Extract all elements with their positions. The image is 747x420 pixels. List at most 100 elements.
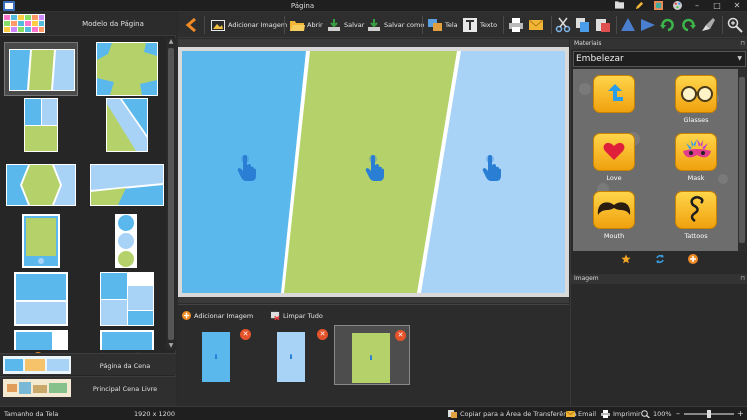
- image-slot-2[interactable]: ✕: [261, 325, 337, 385]
- copy-button[interactable]: [575, 15, 593, 35]
- rotate-left-icon: [660, 18, 674, 32]
- zoom-button[interactable]: [727, 15, 745, 35]
- scroll-down-icon[interactable]: ▼: [166, 342, 176, 350]
- open-button[interactable]: Abrir: [289, 15, 323, 35]
- layout-item-selected[interactable]: [4, 42, 78, 96]
- gallery-scrollbar[interactable]: [738, 69, 746, 251]
- material-item-mask[interactable]: Mask: [657, 129, 727, 187]
- app-window: Página – □ ✕ Adicionar Imagem Abrir Salv…: [0, 0, 747, 420]
- palette-icon[interactable]: [671, 1, 683, 11]
- layout-item[interactable]: [90, 214, 164, 268]
- text-label: Texto: [480, 21, 498, 29]
- layout-item[interactable]: [90, 42, 164, 96]
- layout-item[interactable]: [90, 98, 164, 152]
- strip-add-image-button[interactable]: Adicionar Imagem: [182, 311, 253, 320]
- layout-item[interactable]: [4, 330, 78, 350]
- clear-all-button[interactable]: Limpar Tudo: [271, 311, 323, 320]
- favorite-star-icon[interactable]: [621, 254, 631, 264]
- image-slot-3-selected[interactable]: ✕: [334, 325, 410, 385]
- pin-icon[interactable]: ⊓: [740, 39, 745, 49]
- canvas-frame: [178, 47, 569, 297]
- scrollbar-thumb[interactable]: [168, 48, 174, 340]
- screen-label: Tela: [445, 21, 458, 29]
- status-print-button[interactable]: Imprimir: [601, 410, 641, 418]
- zoom-value: 100%: [653, 410, 672, 418]
- add-material-icon[interactable]: [688, 254, 698, 264]
- layout-item[interactable]: [4, 214, 78, 268]
- image-slot-1[interactable]: ✕: [186, 325, 262, 385]
- brush-icon: [702, 18, 715, 31]
- material-item-glasses[interactable]: Glasses: [657, 71, 727, 129]
- pin-icon[interactable]: ⊓: [740, 274, 745, 284]
- material-item-arrow[interactable]: [575, 71, 645, 129]
- printer-icon: [601, 410, 610, 418]
- zoom-slider-knob[interactable]: [707, 410, 711, 418]
- text-icon: [463, 18, 477, 32]
- add-circle-icon: [182, 311, 191, 320]
- triangle-flip-icon: [621, 18, 635, 31]
- back-arrow-icon: [185, 17, 196, 33]
- image-thumbnail[interactable]: [202, 332, 230, 382]
- save-as-label: Salvar como: [384, 21, 425, 29]
- materials-title: Materiais: [574, 40, 602, 47]
- layout-item[interactable]: [90, 158, 164, 212]
- image-title: Imagem: [574, 275, 599, 282]
- scroll-up-icon[interactable]: ▲: [166, 38, 176, 46]
- minimize-icon[interactable]: –: [691, 1, 703, 11]
- flip-button[interactable]: [620, 15, 638, 35]
- material-item-tattoos[interactable]: Tattoos: [657, 187, 727, 245]
- status-email-button[interactable]: Email: [566, 410, 596, 418]
- close-icon[interactable]: ✕: [731, 1, 743, 11]
- save-icon: [328, 19, 340, 31]
- rotate-right-button[interactable]: [680, 15, 698, 35]
- effects-button[interactable]: [700, 15, 718, 35]
- scene-page-section[interactable]: Página da Cena: [0, 353, 176, 375]
- left-panel: Modelo da Página ▲ ▼ Página da Cena Prin…: [0, 12, 176, 406]
- delete-image-icon[interactable]: ✕: [240, 329, 251, 340]
- pencil-icon[interactable]: [633, 1, 645, 11]
- rotate-left-button[interactable]: [660, 15, 678, 35]
- layout-item[interactable]: [90, 330, 164, 350]
- material-item-mouth[interactable]: Mouth: [575, 187, 645, 245]
- mirror-button[interactable]: [640, 15, 658, 35]
- right-panel: Materiais ⊓ Embelezar ▼ Glasses Love Mas…: [570, 39, 747, 406]
- materials-panel-title: Materiais ⊓: [571, 39, 747, 49]
- page-model-header[interactable]: Modelo da Página: [0, 12, 176, 36]
- screen-button[interactable]: Tela: [427, 15, 458, 35]
- layout-item[interactable]: [90, 272, 164, 326]
- material-item-love[interactable]: Love: [575, 129, 645, 187]
- zoom-out-button[interactable]: –: [676, 409, 680, 418]
- folder-icon[interactable]: [613, 1, 625, 11]
- layout-item[interactable]: [4, 158, 78, 212]
- rotate-right-icon: [682, 18, 696, 32]
- back-button[interactable]: [184, 15, 202, 35]
- email-button[interactable]: [528, 15, 546, 35]
- delete-image-icon[interactable]: ✕: [395, 330, 406, 341]
- material-item-label: Mouth: [603, 232, 625, 240]
- layout-scrollbar[interactable]: ▲ ▼: [166, 38, 176, 350]
- layout-item[interactable]: [4, 272, 78, 326]
- paste-button[interactable]: [595, 15, 613, 35]
- add-image-button[interactable]: Adicionar Imagem: [210, 15, 287, 35]
- picture-icon[interactable]: [652, 1, 664, 11]
- zoom-in-button[interactable]: +: [737, 409, 744, 418]
- save-as-button[interactable]: Salvar como: [366, 15, 424, 35]
- main-free-scene-section[interactable]: Principal Cena Livre: [0, 376, 176, 406]
- triangle-mirror-icon: [641, 19, 655, 31]
- image-thumbnail[interactable]: [352, 333, 390, 383]
- layout-item[interactable]: [4, 98, 78, 152]
- save-button[interactable]: Salvar: [326, 15, 364, 35]
- copy-clipboard-button[interactable]: Copiar para a Área de Transferência: [448, 410, 577, 418]
- refresh-icon[interactable]: [655, 254, 665, 264]
- gallery-scrollbar-thumb[interactable]: [739, 77, 745, 243]
- paste-icon: [596, 19, 610, 32]
- cut-button[interactable]: [555, 15, 573, 35]
- category-dropdown[interactable]: Embelezar ▼: [573, 51, 746, 67]
- image-thumbnail[interactable]: [277, 332, 305, 382]
- text-button[interactable]: Texto: [462, 15, 497, 35]
- zoom-in-icon: [727, 17, 743, 33]
- delete-image-icon[interactable]: ✕: [317, 329, 328, 340]
- open-label: Abrir: [307, 21, 323, 29]
- maximize-icon[interactable]: □: [711, 1, 723, 11]
- print-button[interactable]: [508, 15, 526, 35]
